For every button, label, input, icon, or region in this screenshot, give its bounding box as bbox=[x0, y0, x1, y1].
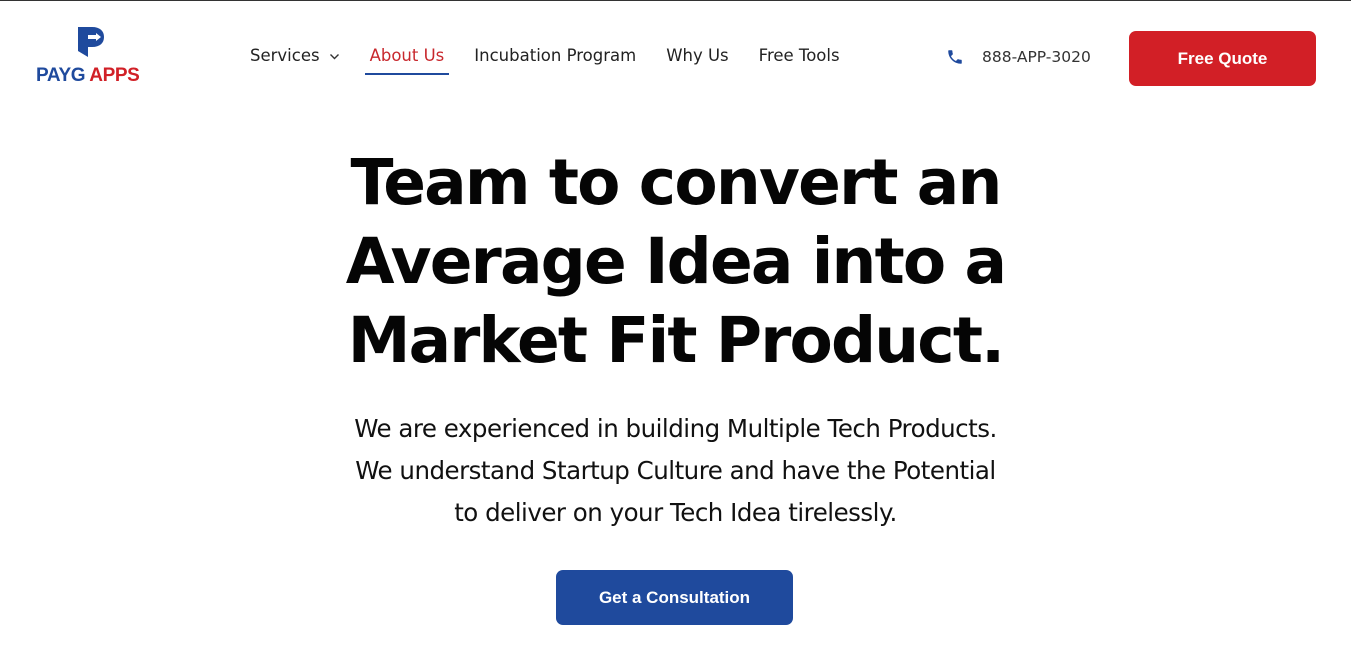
hero-subtitle: We are experienced in building Multiple … bbox=[270, 408, 1081, 534]
nav-item-incubation-program[interactable]: Incubation Program bbox=[474, 45, 636, 75]
nav-item-label: Why Us bbox=[666, 46, 729, 65]
hero-subtitle-line: We are experienced in building Multiple … bbox=[354, 414, 997, 443]
nav-item-label: About Us bbox=[369, 46, 445, 65]
nav-item-services[interactable]: Services bbox=[250, 45, 340, 75]
nav-item-about-us[interactable]: About Us bbox=[364, 45, 449, 75]
hero-subtitle-line: We understand Startup Culture and have t… bbox=[355, 456, 996, 485]
get-consultation-button[interactable]: Get a Consultation bbox=[556, 570, 793, 625]
brand-name: PAYG APPS bbox=[36, 65, 140, 86]
site-header: PAYG APPS Services About Us Incubation P… bbox=[0, 1, 1351, 113]
phone-icon bbox=[948, 50, 962, 64]
nav-item-label: Incubation Program bbox=[474, 46, 637, 65]
hero-title-line: Team to convert an bbox=[350, 146, 1002, 219]
hero-subtitle-line: to deliver on your Tech Idea tirelessly. bbox=[454, 498, 897, 527]
chevron-down-icon bbox=[329, 53, 339, 59]
nav-item-why-us[interactable]: Why Us bbox=[666, 45, 728, 75]
arrow-p-logo-icon bbox=[78, 27, 104, 57]
nav-item-label: Services bbox=[250, 46, 320, 65]
phone-link[interactable]: 888-APP-3020 bbox=[946, 45, 1091, 69]
free-quote-button[interactable]: Free Quote bbox=[1129, 31, 1316, 86]
hero-title-line: Average Idea into a bbox=[345, 225, 1007, 298]
phone-number: 888-APP-3020 bbox=[982, 48, 1091, 66]
nav-item-free-tools[interactable]: Free Tools bbox=[759, 45, 840, 75]
brand-logo[interactable]: PAYG APPS bbox=[36, 25, 148, 87]
main-nav: Services About Us Incubation Program Why… bbox=[250, 45, 870, 79]
hero-title: Team to convert an Average Idea into a M… bbox=[300, 143, 1051, 380]
nav-item-label: Free Tools bbox=[758, 46, 840, 65]
hero-title-line: Market Fit Product. bbox=[347, 304, 1005, 377]
